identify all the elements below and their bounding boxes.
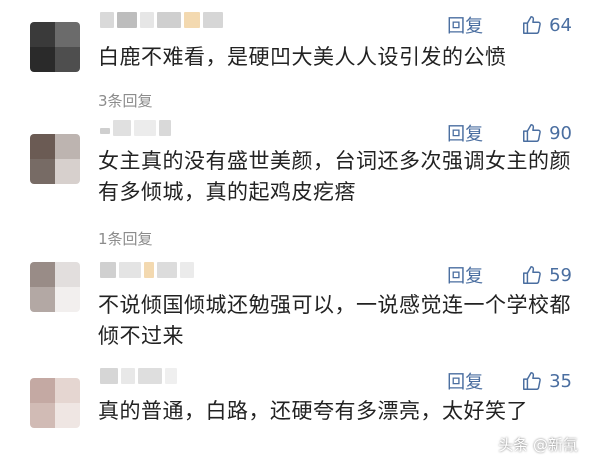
avatar[interactable] [30, 22, 80, 72]
username-mosaic[interactable] [100, 262, 197, 282]
comment-actions: 回复 59 [447, 262, 572, 288]
view-replies-link[interactable]: 3条回复 [98, 90, 153, 111]
thumbs-up-icon [523, 124, 541, 142]
avatar-pixel [55, 22, 80, 47]
avatar-pixel [55, 47, 80, 72]
avatar-pixel [30, 287, 55, 312]
avatar[interactable] [30, 262, 80, 312]
comment-text: 白鹿不难看，是硬凹大美人人设引发的公愤 [98, 45, 507, 69]
view-replies-link[interactable]: 1条回复 [98, 228, 153, 249]
avatar-pixel [30, 403, 55, 428]
reply-button[interactable]: 回复 [447, 368, 483, 394]
username-mosaic[interactable] [100, 368, 180, 388]
like-count: 35 [549, 370, 572, 392]
like-button[interactable]: 59 [521, 264, 572, 286]
watermark: 头条 @新氰 [498, 436, 578, 454]
like-button[interactable]: 90 [521, 122, 572, 144]
avatar-pixel [55, 159, 80, 184]
avatar-pixel [30, 378, 55, 403]
like-count: 64 [549, 14, 572, 36]
comment-text: 不说倾国倾城还勉强可以，一说感觉连一个学校都倾不过来 [98, 293, 571, 348]
reply-button[interactable]: 回复 [447, 120, 483, 146]
like-button[interactable]: 35 [521, 370, 572, 392]
avatar-pixel [30, 22, 55, 47]
comment-text: 女主真的没有盛世美颜，台词还多次强调女主的颜有多倾城，真的起鸡皮疙瘩 [98, 149, 571, 204]
thumbs-up-icon [523, 266, 541, 284]
thumbs-up-icon [523, 372, 541, 390]
avatar-pixel [55, 403, 80, 428]
reply-button[interactable]: 回复 [447, 262, 483, 288]
avatar-pixel [30, 134, 55, 159]
avatar-pixel [55, 378, 80, 403]
avatar[interactable] [30, 134, 80, 184]
like-count: 59 [549, 264, 572, 286]
comment-actions: 回复 90 [447, 120, 572, 146]
like-count: 90 [549, 122, 572, 144]
username-mosaic[interactable] [100, 12, 226, 32]
avatar-pixel [55, 134, 80, 159]
comment-actions: 回复 64 [447, 12, 572, 38]
thumbs-up-icon [523, 16, 541, 34]
comment-actions: 回复 35 [447, 368, 572, 394]
comment-text: 真的普通，白路，还硬夸有多漂亮，太好笑了 [98, 399, 528, 423]
avatar[interactable] [30, 378, 80, 428]
avatar-pixel [55, 262, 80, 287]
avatar-pixel [55, 287, 80, 312]
avatar-pixel [30, 47, 55, 72]
avatar-pixel [30, 262, 55, 287]
reply-button[interactable]: 回复 [447, 12, 483, 38]
username-mosaic[interactable] [100, 120, 174, 140]
like-button[interactable]: 64 [521, 14, 572, 36]
avatar-pixel [30, 159, 55, 184]
